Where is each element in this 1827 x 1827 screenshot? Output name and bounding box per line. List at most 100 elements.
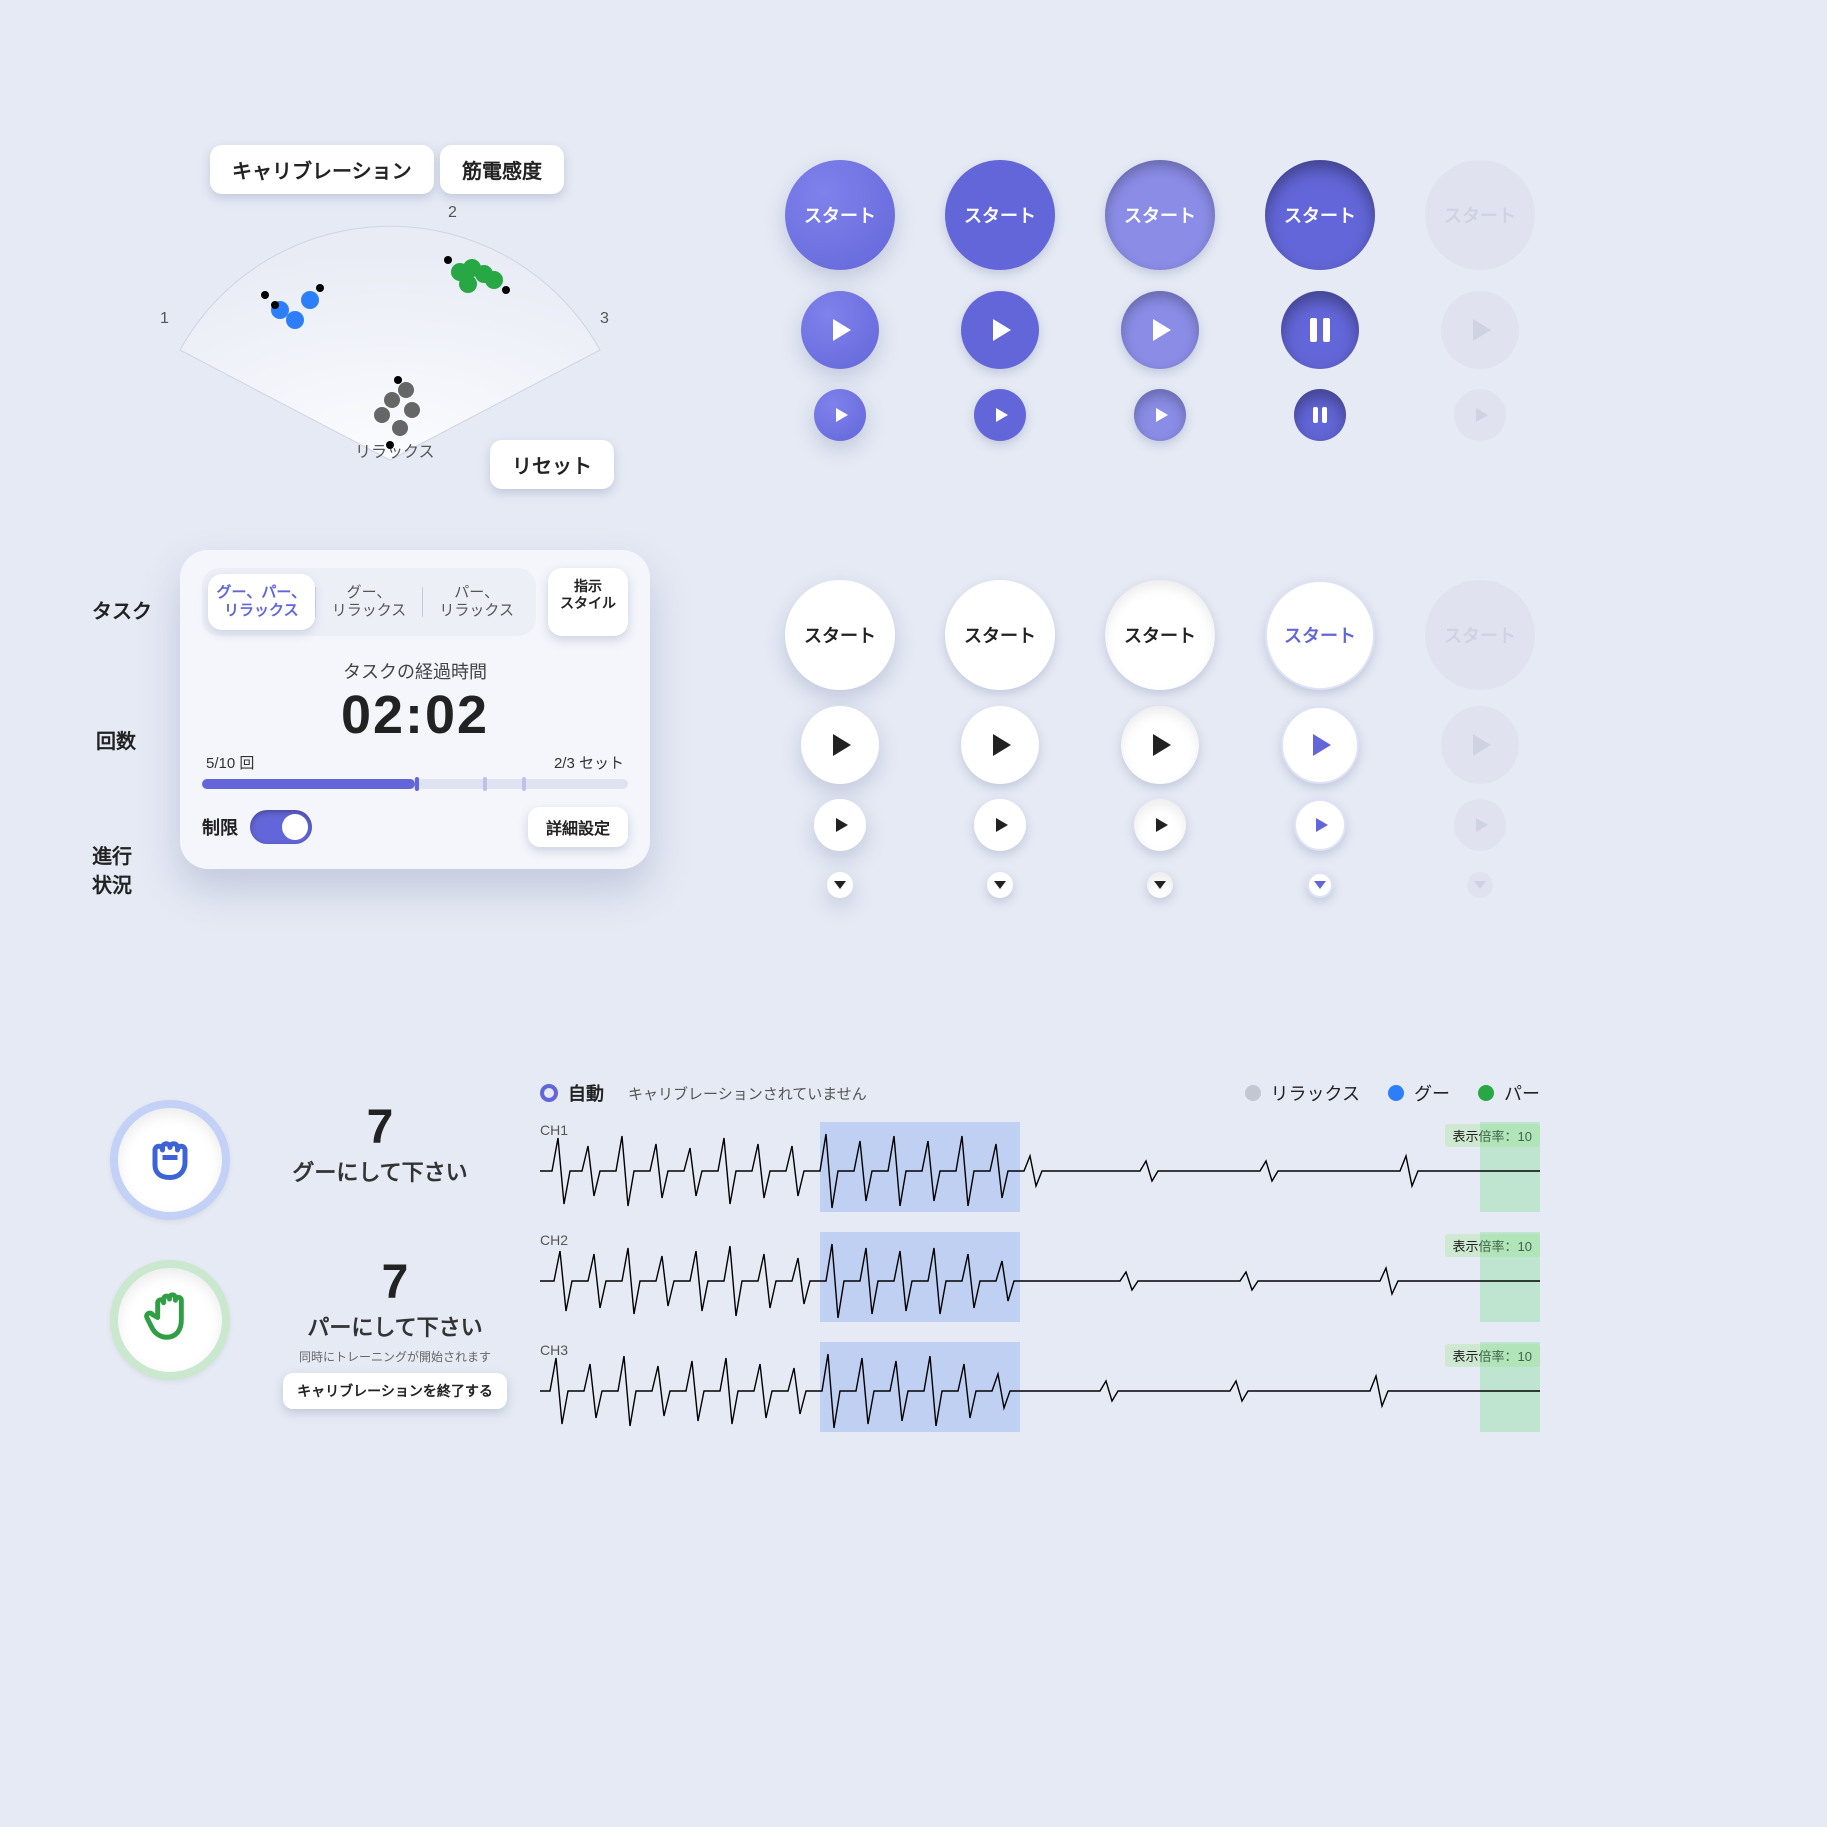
play-icon xyxy=(996,408,1008,422)
progress-fill xyxy=(202,779,415,789)
emg-ch3: CH3 表示倍率：10 xyxy=(540,1346,1540,1436)
white-buttons-grid: スタート スタート スタート スタート スタート xyxy=(760,570,1560,910)
play-button[interactable] xyxy=(961,706,1039,784)
play-icon xyxy=(833,734,851,756)
fan-label-1: 1 xyxy=(160,310,169,328)
progress-marker xyxy=(522,777,526,791)
play-button-small[interactable] xyxy=(814,799,866,851)
legend-dot-open xyxy=(1478,1085,1494,1101)
legend-dot-relax xyxy=(1245,1085,1261,1101)
instruction-style-button[interactable]: 指示 スタイル xyxy=(548,568,628,636)
calibration-button[interactable]: キャリブレーション xyxy=(210,145,434,194)
fist-count: 7 xyxy=(270,1100,490,1155)
start-button[interactable]: スタート xyxy=(1105,580,1215,690)
play-icon xyxy=(836,818,848,832)
gesture-fist-icon-wrap xyxy=(110,1100,230,1220)
start-label: スタート xyxy=(1444,202,1516,228)
start-button[interactable]: スタート xyxy=(1105,160,1215,270)
dropdown-button[interactable] xyxy=(1147,872,1173,898)
play-icon xyxy=(993,319,1011,341)
auto-radio[interactable] xyxy=(540,1084,558,1102)
end-calibration-button[interactable]: キャリブレーションを終了する xyxy=(283,1373,507,1409)
chevron-down-icon xyxy=(1154,881,1166,889)
play-button-disabled xyxy=(1441,706,1519,784)
emg-ch2: CH2 表示倍率：10 xyxy=(540,1236,1540,1326)
pause-button[interactable] xyxy=(1281,291,1359,369)
fan-label-3: 3 xyxy=(600,310,609,328)
fist-icon xyxy=(140,1130,200,1190)
start-button[interactable]: スタート xyxy=(1265,160,1375,270)
start-label: スタート xyxy=(1284,622,1356,648)
start-button-accent[interactable]: スタート xyxy=(1265,580,1375,690)
play-button-small-accent[interactable] xyxy=(1294,799,1346,851)
chevron-down-icon xyxy=(1314,881,1326,889)
play-button[interactable] xyxy=(1121,706,1199,784)
progress-marker xyxy=(483,777,487,791)
timer-label: タスクの経過時間 xyxy=(202,658,628,684)
play-button-small-disabled xyxy=(1454,389,1506,441)
waveform xyxy=(540,1126,1540,1216)
dropdown-button-accent[interactable] xyxy=(1307,872,1333,898)
play-button-small[interactable] xyxy=(814,389,866,441)
task-segment: グー、パー、 リラックス グー、 リラックス パー、 リラックス xyxy=(202,568,536,636)
start-button[interactable]: スタート xyxy=(945,160,1055,270)
play-button-disabled xyxy=(1441,291,1519,369)
play-button-small[interactable] xyxy=(1134,389,1186,441)
dropdown-button-disabled xyxy=(1467,872,1493,898)
play-icon xyxy=(836,408,848,422)
progress-marker xyxy=(415,777,419,791)
fan-label-relax: リラックス xyxy=(355,438,435,462)
start-button-disabled: スタート xyxy=(1425,580,1535,690)
play-icon xyxy=(1153,734,1171,756)
gesture-open-icon-wrap xyxy=(110,1260,230,1380)
emg-ch1: CH1 表示倍率：10 xyxy=(540,1126,1540,1216)
fist-label: グーにして下さい xyxy=(270,1155,490,1187)
open-label: パーにして下さい xyxy=(270,1310,520,1342)
open-hand-icon xyxy=(140,1288,200,1352)
legend-fist: グー xyxy=(1414,1080,1450,1106)
settings-card: グー、パー、 リラックス グー、 リラックス パー、 リラックス 指示 スタイル… xyxy=(180,550,650,869)
chevron-down-icon xyxy=(834,881,846,889)
start-button-disabled: スタート xyxy=(1425,160,1535,270)
pause-icon xyxy=(1310,318,1330,342)
task-tab-2[interactable]: パー、 リラックス xyxy=(423,574,530,630)
task-tab-0[interactable]: グー、パー、 リラックス xyxy=(208,574,315,630)
task-tab-1[interactable]: グー、 リラックス xyxy=(316,574,423,630)
play-icon xyxy=(833,319,851,341)
sensitivity-button[interactable]: 筋電感度 xyxy=(440,145,564,194)
limit-label: 制限 xyxy=(202,814,238,840)
pause-icon xyxy=(1313,407,1327,423)
progress-bar[interactable] xyxy=(202,779,628,789)
start-button[interactable]: スタート xyxy=(945,580,1055,690)
limit-toggle[interactable] xyxy=(250,810,312,844)
open-sub: 同時にトレーニングが開始されます xyxy=(270,1348,520,1365)
dropdown-button[interactable] xyxy=(987,872,1013,898)
open-icon-circle xyxy=(110,1260,230,1380)
play-icon xyxy=(1476,818,1488,832)
play-button[interactable] xyxy=(961,291,1039,369)
start-label: スタート xyxy=(804,622,876,648)
play-button[interactable] xyxy=(801,291,879,369)
play-button-small[interactable] xyxy=(974,799,1026,851)
play-button-small[interactable] xyxy=(1134,799,1186,851)
start-label: スタート xyxy=(1124,202,1196,228)
start-label: スタート xyxy=(1284,202,1356,228)
play-icon xyxy=(1473,734,1491,756)
play-button-small-disabled xyxy=(1454,799,1506,851)
dropdown-button[interactable] xyxy=(827,872,853,898)
fan-label-2: 2 xyxy=(448,204,457,222)
play-button-small[interactable] xyxy=(974,389,1026,441)
play-button-accent[interactable] xyxy=(1281,706,1359,784)
play-button[interactable] xyxy=(1121,291,1199,369)
play-icon xyxy=(1476,408,1488,422)
play-icon xyxy=(1473,319,1491,341)
open-count: 7 xyxy=(270,1255,520,1310)
play-icon xyxy=(996,818,1008,832)
play-button[interactable] xyxy=(801,706,879,784)
play-icon xyxy=(1316,818,1328,832)
timer-value: 02:02 xyxy=(202,684,628,746)
details-button[interactable]: 詳細設定 xyxy=(528,807,628,847)
start-button[interactable]: スタート xyxy=(785,580,895,690)
pause-button-small[interactable] xyxy=(1294,389,1346,441)
start-button[interactable]: スタート xyxy=(785,160,895,270)
